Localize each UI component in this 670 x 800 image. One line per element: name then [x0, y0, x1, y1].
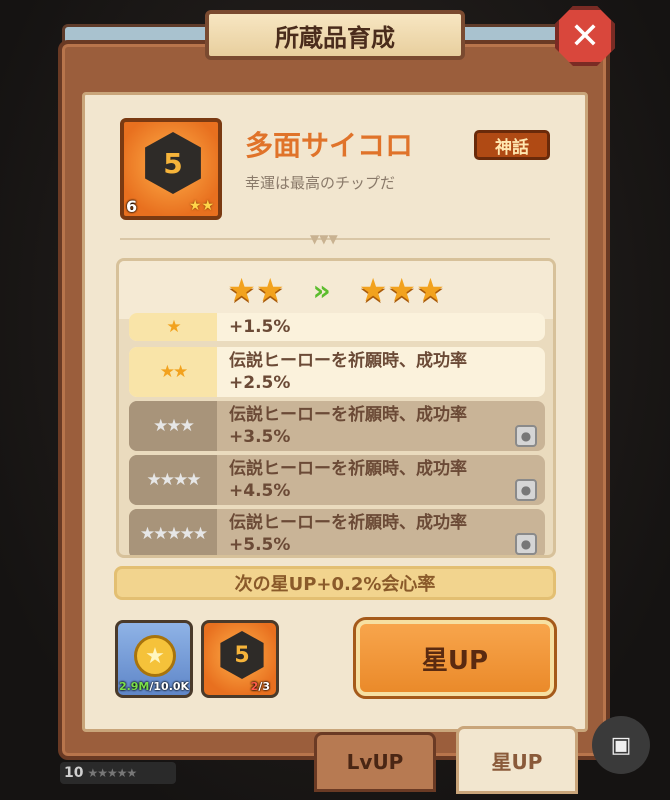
next-star-bonus: 次の星UP+0.2%会心率 — [114, 566, 556, 600]
item-description: 幸運は最高のチップだ — [245, 174, 396, 192]
upgrade-row-3: ★★★ 伝説ヒーローを祈願時、成功率 +3.5% ● — [129, 401, 545, 451]
star-icon: ★ — [358, 271, 388, 309]
dice-cost-amount: 2/3 — [250, 680, 270, 693]
star-icon: ★ — [227, 271, 256, 309]
gold-cost-amount: 2.9M/10.0K — [118, 680, 190, 693]
row-stars: ★★★★ — [129, 455, 217, 505]
row-stars: ★★★ — [129, 401, 217, 451]
lock-icon: ● — [515, 479, 537, 501]
star-icon: ★ — [387, 271, 417, 309]
row-stars: ★★ — [129, 347, 217, 397]
current-stars: ★★ — [227, 271, 284, 309]
star-upgrade-list: ★★ » ★★★ ★ +1.5% ★★ 伝説ヒーローを祈願時、成功率 +2.5%… — [116, 258, 556, 558]
scan-text-icon[interactable]: ▣ — [592, 716, 650, 774]
close-button[interactable]: ✕ — [555, 6, 615, 66]
next-stars: ★★★ — [359, 271, 445, 309]
tab-lvup[interactable]: LvUP — [314, 732, 436, 792]
row-stars: ★★★★★ — [129, 509, 217, 555]
row-text: 伝説ヒーローを祈願時、成功率 +2.5% — [229, 351, 467, 393]
close-icon: ✕ — [569, 15, 601, 57]
background-level-badge: 10 ★★★★★ — [60, 762, 176, 784]
row-text: 伝説ヒーローを祈願時、成功率 +5.5% — [229, 513, 467, 555]
lock-icon: ● — [515, 425, 537, 447]
gold-coin-icon: ★ — [134, 635, 176, 677]
row-text: +1.5% — [229, 317, 291, 337]
item-star-rating: ★★ — [188, 198, 214, 214]
item-icon-frame: 5 6 ★★ — [120, 118, 222, 220]
star-up-button[interactable]: 星UP — [353, 617, 557, 699]
star-icon: ★ — [416, 271, 445, 309]
dialog-title: 所蔵品育成 — [205, 10, 465, 60]
d20-dice-icon: 5 — [220, 631, 264, 679]
tab-starup[interactable]: 星UP — [456, 726, 578, 794]
item-level: 6 — [126, 197, 138, 216]
rarity-badge: 神話 — [474, 130, 550, 160]
gold-cost-slot[interactable]: ★ 2.9M/10.0K — [115, 620, 193, 698]
divider-ornament: ▼▼▼ — [310, 232, 338, 246]
row-stars: ★ — [129, 313, 217, 341]
upgrade-row-2: ★★ 伝説ヒーローを祈願時、成功率 +2.5% — [129, 347, 545, 397]
upgrade-row-4: ★★★★ 伝説ヒーローを祈願時、成功率 +4.5% ● — [129, 455, 545, 505]
arrow-right-icon: » — [312, 273, 331, 307]
upgrade-row-5: ★★★★★ 伝説ヒーローを祈願時、成功率 +5.5% ● — [129, 509, 545, 555]
row-text: 伝説ヒーローを祈願時、成功率 +4.5% — [229, 459, 467, 501]
item-name: 多面サイコロ — [245, 129, 414, 162]
star-icon: ★ — [255, 271, 285, 309]
dice-cost-slot[interactable]: 5 2/3 — [201, 620, 279, 698]
upgrade-row-1: ★ +1.5% — [129, 313, 545, 341]
star-comparison: ★★ » ★★★ — [119, 261, 553, 319]
lock-icon: ● — [515, 533, 537, 555]
d20-dice-icon: 5 — [145, 132, 201, 194]
row-text: 伝説ヒーローを祈願時、成功率 +3.5% — [229, 405, 467, 447]
